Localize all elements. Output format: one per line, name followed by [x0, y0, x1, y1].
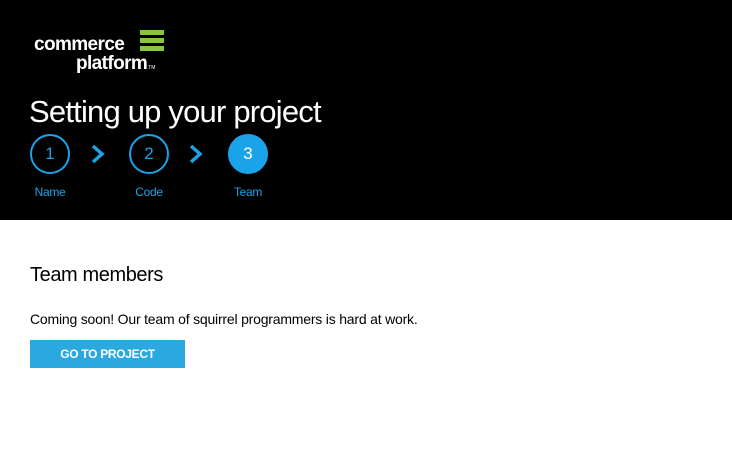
step-2-label: Code [135, 185, 163, 199]
header-banner: commerce platformTM Setting up your proj… [0, 0, 732, 220]
logo-text-platform-word: platform [76, 53, 148, 74]
section-title: Team members [30, 264, 164, 286]
page-title: Setting up your project [29, 94, 322, 129]
step-code[interactable]: 2 Code [119, 134, 179, 204]
chevron-right-icon [91, 144, 105, 164]
step-1-label: Name [34, 185, 66, 199]
main-content: Team members Coming soon! Our team of sq… [30, 262, 710, 368]
step-3-label: Team [233, 185, 263, 199]
coming-soon-message: Coming soon! Our team of squirrel progra… [30, 311, 418, 327]
stacked-bars-logo-icon [140, 30, 164, 52]
logo-text-commerce: commerce [34, 34, 125, 55]
logo-trademark: TM [148, 65, 156, 71]
go-to-project-button[interactable]: GO TO PROJECT [30, 340, 185, 368]
chevron-right-icon [189, 144, 203, 164]
step-1-number: 1 [30, 134, 70, 174]
step-name[interactable]: 1 Name [20, 134, 80, 204]
step-team[interactable]: 3 Team [218, 134, 278, 204]
step-3-number: 3 [228, 134, 268, 174]
logo-text-platform: platformTM [76, 54, 155, 78]
step-2-number: 2 [129, 134, 169, 174]
commerce-platform-logo[interactable]: commerce platformTM [34, 30, 174, 76]
